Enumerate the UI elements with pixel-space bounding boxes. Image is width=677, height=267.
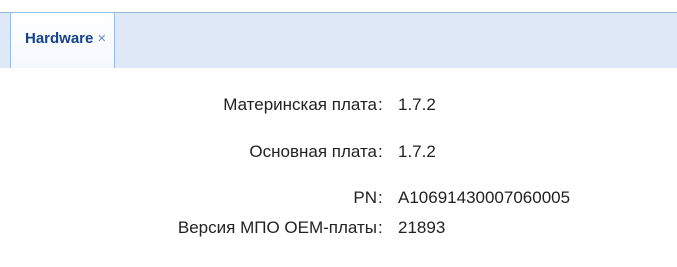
row-label: Материнская плата — [223, 95, 377, 114]
row-value: 1.7.2 — [398, 142, 436, 161]
close-icon[interactable]: × — [97, 30, 106, 48]
tab-bar: Hardware × — [0, 0, 677, 69]
info-row-mainboard: Основная плата : 1.7.2 — [0, 141, 677, 163]
row-colon: : — [378, 188, 383, 207]
info-row-motherboard: Материнская плата : 1.7.2 — [0, 94, 677, 116]
row-label: PN — [353, 188, 377, 207]
tab-hardware-label: Hardware — [25, 30, 94, 47]
hardware-panel: Материнская плата : 1.7.2 Основная плата… — [0, 68, 677, 240]
row-value: 21893 — [398, 218, 446, 237]
row-colon: : — [378, 142, 383, 161]
info-row-pn: PN : A10691430007060005 — [0, 187, 677, 209]
row-label: Основная плата — [249, 142, 377, 161]
row-label: Версия МПО OEM-платы — [177, 218, 377, 237]
row-value: A10691430007060005 — [398, 188, 571, 207]
row-colon: : — [378, 218, 383, 237]
row-colon: : — [378, 95, 383, 114]
info-row-oem-version: Версия МПО OEM-платы : 21893 — [0, 217, 677, 239]
row-value: 1.7.2 — [398, 95, 436, 114]
tab-hardware[interactable]: Hardware × — [10, 12, 116, 69]
